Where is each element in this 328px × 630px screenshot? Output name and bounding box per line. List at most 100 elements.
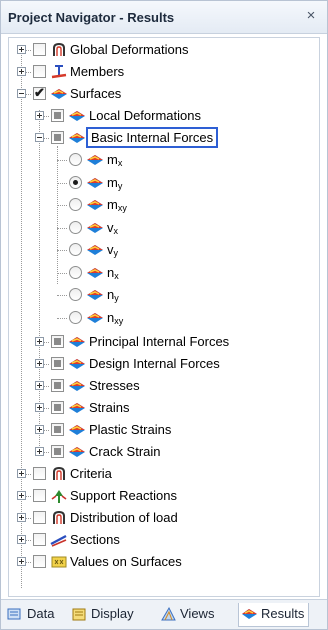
radio-button[interactable] bbox=[69, 288, 82, 301]
tree-item-values-on-surfaces[interactable]: Values on Surfaces bbox=[9, 552, 319, 572]
tree-item-label: Criteria bbox=[70, 466, 112, 481]
surface-icon bbox=[87, 155, 103, 165]
checkbox[interactable] bbox=[33, 43, 46, 56]
expand-icon[interactable] bbox=[17, 491, 26, 500]
checkbox-partial[interactable] bbox=[51, 335, 64, 348]
tree-item-strains[interactable]: Strains bbox=[9, 398, 319, 418]
expand-icon[interactable] bbox=[35, 359, 44, 368]
radio-item[interactable]: nxy bbox=[9, 308, 319, 328]
radio-button[interactable] bbox=[69, 220, 82, 234]
support-reactions-icon bbox=[51, 490, 67, 503]
tree-item-members[interactable]: Members bbox=[9, 62, 319, 82]
surface-icon bbox=[87, 245, 103, 255]
checkbox[interactable] bbox=[33, 489, 46, 502]
tree-item-label: Values on Surfaces bbox=[70, 554, 182, 569]
surface-icon bbox=[87, 177, 103, 188]
tree-item-label: Principal Internal Forces bbox=[89, 334, 230, 349]
checkbox-partial[interactable] bbox=[51, 423, 64, 436]
tab-display[interactable]: Display bbox=[69, 603, 134, 627]
checkbox[interactable] bbox=[33, 511, 46, 524]
expand-icon[interactable] bbox=[35, 425, 44, 434]
checkbox-partial[interactable] bbox=[51, 379, 64, 392]
radio-button[interactable] bbox=[69, 153, 82, 166]
expand-icon[interactable] bbox=[17, 557, 26, 566]
radio-item[interactable]: vy bbox=[9, 240, 319, 260]
tree-item-global-deformations[interactable]: Global Deformations bbox=[9, 40, 319, 60]
radio-label-base: m bbox=[107, 174, 118, 190]
tab-label: Views bbox=[180, 606, 215, 621]
checkbox[interactable] bbox=[33, 467, 46, 480]
surface-icon bbox=[69, 111, 85, 121]
title-bar: Project Navigator - Results × bbox=[1, 1, 327, 34]
surface-icon bbox=[69, 337, 85, 347]
radio-item[interactable]: vx bbox=[9, 218, 319, 238]
expand-icon[interactable] bbox=[17, 513, 26, 522]
radio-item[interactable]: ny bbox=[9, 285, 319, 305]
radio-item-label: mx bbox=[107, 152, 122, 168]
close-icon[interactable]: × bbox=[303, 8, 319, 24]
tree-item-plastic-strains[interactable]: Plastic Strains bbox=[9, 420, 319, 440]
tree-item-surfaces[interactable]: ✔ Surfaces bbox=[9, 84, 319, 104]
checkbox-partial[interactable] bbox=[51, 401, 64, 414]
tree-item-support-reactions[interactable]: Support Reactions bbox=[9, 486, 319, 506]
radio-item[interactable]: nx bbox=[9, 263, 319, 283]
data-icon bbox=[7, 608, 21, 620]
tree-item-crack-strain[interactable]: Crack Strain bbox=[9, 442, 319, 462]
radio-label-subscript: x bbox=[117, 158, 123, 168]
expand-icon[interactable] bbox=[35, 381, 44, 390]
tab-label: Results bbox=[261, 606, 305, 621]
expand-icon[interactable] bbox=[35, 447, 44, 456]
radio-item[interactable]: mxy bbox=[9, 195, 319, 215]
checkbox[interactable] bbox=[33, 555, 46, 568]
radio-label-subscript: x bbox=[114, 270, 119, 281]
tree-item-label: Sections bbox=[70, 532, 120, 547]
radio-button[interactable] bbox=[69, 265, 82, 279]
tree-item-criteria[interactable]: Criteria bbox=[9, 464, 319, 484]
radio-button-selected[interactable] bbox=[69, 175, 82, 189]
checkbox[interactable] bbox=[33, 533, 46, 546]
surface-icon bbox=[69, 447, 85, 457]
deformation-icon bbox=[53, 42, 65, 56]
tree-item-principal-internal-forces[interactable]: Principal Internal Forces bbox=[9, 332, 319, 352]
tab-views[interactable]: Views bbox=[158, 603, 214, 627]
radio-item[interactable]: my bbox=[9, 173, 319, 193]
tree-item-local-deformations[interactable]: Local Deformations bbox=[9, 106, 319, 126]
collapse-icon[interactable] bbox=[17, 89, 26, 98]
radio-button[interactable] bbox=[69, 310, 82, 324]
surface-icon bbox=[69, 381, 85, 391]
checkbox-partial[interactable] bbox=[51, 109, 64, 122]
checkbox-partial[interactable] bbox=[51, 357, 64, 370]
checkbox-partial[interactable] bbox=[51, 445, 64, 458]
radio-item-label: vx bbox=[107, 220, 118, 236]
collapse-icon[interactable] bbox=[35, 133, 44, 142]
expand-icon[interactable] bbox=[17, 45, 26, 54]
expand-icon[interactable] bbox=[17, 67, 26, 76]
radio-button[interactable] bbox=[69, 243, 82, 256]
radio-item[interactable]: mx bbox=[9, 150, 319, 170]
expand-icon[interactable] bbox=[17, 535, 26, 544]
checkbox-partial[interactable] bbox=[51, 131, 64, 144]
checkbox-checked[interactable]: ✔ bbox=[33, 85, 46, 100]
tree-item-distribution-of-load[interactable]: Distribution of load bbox=[9, 508, 319, 528]
tree-item-basic-internal-forces[interactable]: Basic Internal Forces bbox=[9, 127, 319, 148]
tab-results[interactable]: Results bbox=[238, 603, 310, 627]
expand-icon[interactable] bbox=[35, 337, 44, 346]
tree-item-label: Distribution of load bbox=[70, 510, 178, 525]
expand-icon[interactable] bbox=[35, 403, 44, 412]
tree-item-sections[interactable]: Sections bbox=[9, 530, 319, 550]
member-icon bbox=[51, 65, 67, 79]
tree-item-stresses[interactable]: Stresses bbox=[9, 376, 319, 396]
tree-item-label: Global Deformations bbox=[70, 42, 189, 57]
tree-item-design-internal-forces[interactable]: Design Internal Forces bbox=[9, 354, 319, 374]
tree-item-label: Stresses bbox=[89, 378, 140, 393]
tab-data[interactable]: Data bbox=[5, 603, 54, 627]
expand-icon[interactable] bbox=[35, 111, 44, 120]
radio-label-subscript: y bbox=[114, 293, 119, 303]
radio-item-label: nxy bbox=[107, 310, 123, 326]
expand-icon[interactable] bbox=[17, 469, 26, 478]
display-icon bbox=[72, 608, 86, 621]
radio-button[interactable] bbox=[69, 198, 82, 211]
surface-icon bbox=[87, 312, 103, 323]
surface-icon bbox=[87, 290, 103, 300]
checkbox[interactable] bbox=[33, 65, 46, 78]
